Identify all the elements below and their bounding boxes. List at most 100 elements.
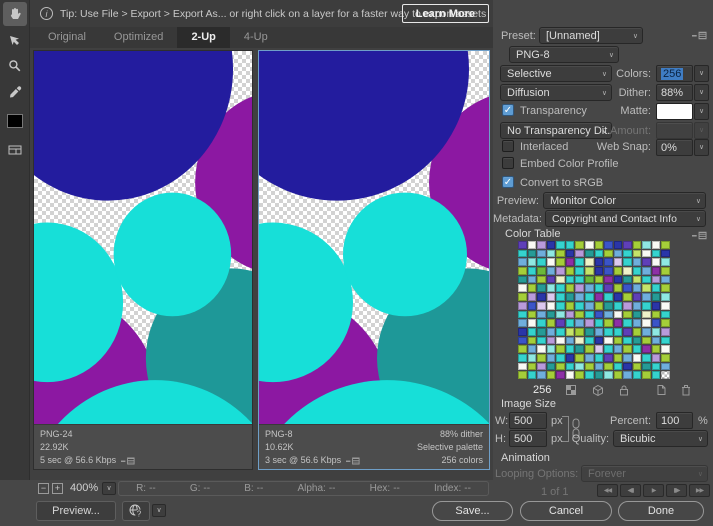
color-swatch[interactable] <box>546 267 556 275</box>
color-swatch[interactable] <box>623 267 632 275</box>
color-swatch[interactable] <box>556 362 565 371</box>
embed-color-profile-checkbox[interactable] <box>502 157 514 169</box>
learn-more-button[interactable]: Learn More <box>401 4 489 23</box>
color-swatch[interactable] <box>661 301 670 310</box>
color-swatch[interactable] <box>651 327 661 336</box>
color-swatch[interactable] <box>565 345 575 353</box>
color-swatch[interactable] <box>527 275 537 284</box>
color-swatch[interactable] <box>537 275 546 284</box>
tab-optimized[interactable]: Optimized <box>100 27 178 48</box>
color-swatch[interactable] <box>651 371 661 379</box>
delete-color-icon[interactable] <box>680 384 692 396</box>
color-swatch[interactable] <box>661 293 670 301</box>
color-swatch[interactable] <box>632 258 642 267</box>
dither-stepper[interactable]: ∨ <box>694 84 709 101</box>
color-swatch[interactable] <box>518 267 527 275</box>
tab-2-up[interactable]: 2-Up <box>177 27 230 48</box>
color-swatch[interactable] <box>565 275 575 284</box>
color-swatch[interactable] <box>651 345 661 353</box>
quality-select[interactable]: Bicubic ∨ <box>613 430 708 447</box>
color-swatch[interactable] <box>642 310 651 319</box>
color-swatch[interactable] <box>584 362 594 371</box>
color-swatch[interactable] <box>623 353 632 362</box>
color-swatch[interactable] <box>565 319 575 327</box>
preset-select[interactable]: [Unnamed] ∨ <box>539 27 643 44</box>
color-swatch[interactable] <box>537 241 546 249</box>
panel-menu-icon[interactable] <box>692 30 707 41</box>
color-swatch[interactable] <box>527 241 537 249</box>
color-swatch[interactable] <box>613 293 623 301</box>
color-swatch[interactable] <box>623 284 632 293</box>
color-swatch[interactable] <box>546 310 556 319</box>
color-swatch[interactable] <box>556 267 565 275</box>
height-input[interactable]: 500 <box>509 430 547 447</box>
color-swatch[interactable] <box>661 275 670 284</box>
color-swatch[interactable] <box>661 284 670 293</box>
color-swatch[interactable] <box>604 327 613 336</box>
color-swatch[interactable] <box>546 371 556 379</box>
color-swatch[interactable] <box>651 301 661 310</box>
color-swatch[interactable] <box>556 353 565 362</box>
zoom-level-select[interactable]: 400% <box>70 482 98 494</box>
color-swatch[interactable] <box>546 353 556 362</box>
format-select[interactable]: PNG-8 ∨ <box>509 46 619 63</box>
chevron-down-icon[interactable]: ∨ <box>102 482 116 495</box>
color-swatch[interactable] <box>604 353 613 362</box>
dither-input[interactable]: 88% <box>656 84 693 101</box>
color-swatch[interactable] <box>537 353 546 362</box>
color-swatch[interactable] <box>642 336 651 345</box>
color-swatch[interactable] <box>575 310 584 319</box>
color-swatch[interactable] <box>565 258 575 267</box>
color-swatch[interactable] <box>623 293 632 301</box>
color-swatch[interactable] <box>537 293 546 301</box>
color-swatch[interactable] <box>623 249 632 258</box>
color-swatch[interactable] <box>546 362 556 371</box>
color-swatch[interactable] <box>632 371 642 379</box>
color-swatch[interactable] <box>546 327 556 336</box>
color-swatch[interactable] <box>556 249 565 258</box>
color-swatch[interactable] <box>584 353 594 362</box>
color-swatch[interactable] <box>613 301 623 310</box>
color-swatch[interactable] <box>565 293 575 301</box>
color-swatch[interactable] <box>556 301 565 310</box>
color-swatch[interactable] <box>632 284 642 293</box>
hand-tool-button[interactable] <box>2 2 27 26</box>
web-shift-icon[interactable] <box>592 384 604 396</box>
color-swatch[interactable] <box>556 275 565 284</box>
width-input[interactable]: 500 <box>509 412 547 429</box>
color-swatch[interactable] <box>556 258 565 267</box>
eyedropper-color-swatch[interactable] <box>6 114 23 128</box>
color-swatch[interactable] <box>537 345 546 353</box>
color-swatch[interactable] <box>613 345 623 353</box>
eyedropper-tool-button[interactable] <box>3 80 27 104</box>
color-swatch[interactable] <box>584 284 594 293</box>
color-swatch[interactable] <box>604 275 613 284</box>
color-swatch[interactable] <box>594 336 604 345</box>
color-swatch[interactable] <box>575 345 584 353</box>
color-swatch[interactable] <box>651 362 661 371</box>
color-swatch[interactable] <box>623 275 632 284</box>
color-swatch[interactable] <box>546 319 556 327</box>
color-swatch[interactable] <box>584 258 594 267</box>
color-swatch[interactable] <box>527 310 537 319</box>
color-swatch[interactable] <box>584 249 594 258</box>
first-frame-button[interactable]: ◀◀ <box>597 484 618 497</box>
color-swatch[interactable] <box>604 319 613 327</box>
color-swatch[interactable] <box>594 249 604 258</box>
color-swatch[interactable] <box>613 284 623 293</box>
color-table-menu-icon[interactable] <box>692 230 707 241</box>
convert-to-srgb-checkbox[interactable]: ✓ <box>502 176 514 188</box>
color-swatch[interactable] <box>594 371 604 379</box>
color-swatch[interactable] <box>594 327 604 336</box>
color-swatch[interactable] <box>632 310 642 319</box>
color-swatch[interactable] <box>613 353 623 362</box>
color-swatch[interactable] <box>565 301 575 310</box>
color-swatch[interactable] <box>632 267 642 275</box>
color-swatch[interactable] <box>537 249 546 258</box>
color-swatch[interactable] <box>565 336 575 345</box>
color-swatch[interactable] <box>613 241 623 249</box>
color-swatch[interactable] <box>575 293 584 301</box>
color-swatch[interactable] <box>642 371 651 379</box>
color-swatch[interactable] <box>546 336 556 345</box>
color-swatch[interactable] <box>604 345 613 353</box>
